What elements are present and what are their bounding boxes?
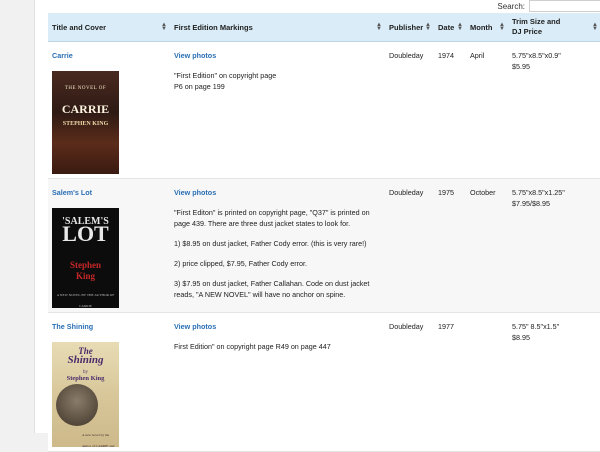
book-title-link[interactable]: The Shining <box>52 322 93 331</box>
marking-text: "First Editon" is printed on copyright p… <box>174 208 370 228</box>
trim-size: 5.75"x8.5"x0.9" <box>512 51 561 60</box>
view-photos-link[interactable]: View photos <box>174 321 381 332</box>
column-header-label: Trim Size and DJ Price <box>512 17 561 36</box>
month-cell: April <box>466 41 508 179</box>
column-header-publisher[interactable]: Publisher ▲ ▼ <box>385 13 434 42</box>
table-header: Title and Cover ▲ ▼ First Edition Markings… <box>48 13 600 42</box>
view-photos-link[interactable]: View photos <box>174 187 381 198</box>
sort-icon: ▲ ▼ <box>499 22 505 32</box>
marking-text: First Edition" on copyright page R49 on … <box>174 342 331 351</box>
date-cell: 1977 <box>434 312 466 452</box>
cover-title-text: Shining <box>67 354 104 366</box>
cover-author-text: Stephen <box>69 260 101 270</box>
column-header-markings[interactable]: First Edition Markings ▲ ▼ <box>170 13 385 42</box>
sort-icon: ▲ ▼ <box>457 22 463 32</box>
table-row: Salem's Lot 'SALEM'S LOT Stephen King A … <box>48 178 600 313</box>
editions-table: Title and Cover ▲ ▼ First Edition Markings… <box>48 13 600 452</box>
dj-price: $8.95 <box>512 333 530 342</box>
date-cell: 1975 <box>434 178 466 313</box>
column-header-month[interactable]: Month ▲ ▼ <box>466 13 508 42</box>
column-header-date[interactable]: Date ▲ ▼ <box>434 13 466 42</box>
book-title-link[interactable]: Salem's Lot <box>52 188 92 197</box>
search-bar: Search: <box>497 0 600 12</box>
search-input[interactable] <box>529 0 600 12</box>
markings-cell: View photos First Edition" on copyright … <box>170 312 385 452</box>
table-row: Carrie THE NOVEL OF CARRIE STEPHEN KING … <box>48 41 600 179</box>
sort-icon: ▲ ▼ <box>376 22 382 32</box>
cover-title-text: LOT <box>62 221 109 246</box>
dj-price: $5.95 <box>512 62 530 71</box>
cover-author-text: Stephen King <box>66 375 105 382</box>
publisher-cell: Doubleday <box>385 41 434 179</box>
table-row: The Shining The Shining by Stephen King … <box>48 312 600 452</box>
book-cover-image[interactable]: 'SALEM'S LOT Stephen King A NEW NOVEL BY… <box>52 208 119 308</box>
column-header-trim-price[interactable]: Trim Size and DJ Price ▲ ▼ <box>508 13 600 42</box>
marking-text: "First Edition" on copyright page <box>174 71 277 80</box>
column-header-label: First Edition Markings <box>174 22 253 32</box>
marking-text: 3) $7.95 on dust jacket, Father Callahan… <box>174 279 370 299</box>
title-cell: Carrie THE NOVEL OF CARRIE STEPHEN KING <box>48 41 170 179</box>
date-cell: 1974 <box>434 41 466 179</box>
marking-text: 2) price clipped, $7.95, Father Cody err… <box>174 259 308 268</box>
title-cell: The Shining The Shining by Stephen King … <box>48 312 170 452</box>
column-header-label: Month <box>470 22 493 32</box>
title-cell: Salem's Lot 'SALEM'S LOT Stephen King A … <box>48 178 170 313</box>
marking-text: 1) $8.95 on dust jacket, Father Cody err… <box>174 239 367 248</box>
marking-text: P6 on page 199 <box>174 82 225 91</box>
month-cell: October <box>466 178 508 313</box>
trim-size: 5.75"x8.5"x1.25" <box>512 188 565 197</box>
cover-title-text: CARRIE <box>61 102 110 116</box>
publisher-cell: Doubleday <box>385 178 434 313</box>
trim-price-cell: 5.75" 8.5"x1.5" $8.95 <box>508 312 600 452</box>
cover-author-text: STEPHEN KING <box>62 121 109 127</box>
book-title-link[interactable]: Carrie <box>52 51 73 60</box>
markings-cell: View photos "First Edition" on copyright… <box>170 41 385 179</box>
column-header-label: Title and Cover <box>52 22 107 32</box>
sort-icon: ▲ ▼ <box>592 22 598 32</box>
view-photos-link[interactable]: View photos <box>174 50 381 61</box>
trim-price-cell: 5.75"x8.5"x1.25" $7.95/$8.95 <box>508 178 600 313</box>
trim-price-cell: 5.75"x8.5"x0.9" $5.95 <box>508 41 600 179</box>
sort-icon: ▲ ▼ <box>425 22 431 32</box>
cover-face-art <box>56 384 98 426</box>
cover-author-text: King <box>75 271 95 281</box>
dj-price: $7.95/$8.95 <box>512 199 550 208</box>
month-cell <box>466 312 508 452</box>
markings-cell: View photos "First Editon" is printed on… <box>170 178 385 313</box>
column-header-label: Date <box>438 22 455 32</box>
book-cover-image[interactable]: The Shining by Stephen King A new novel … <box>52 342 119 447</box>
content-panel: Search: Title and Cover ▲ ▼ First Edition … <box>34 0 600 452</box>
search-label: Search: <box>497 1 525 11</box>
sort-icon: ▲ ▼ <box>161 22 167 32</box>
column-header-label: Publisher <box>389 22 424 32</box>
book-cover-image[interactable]: THE NOVEL OF CARRIE STEPHEN KING <box>52 71 119 174</box>
publisher-cell: Doubleday <box>385 312 434 452</box>
column-header-title[interactable]: Title and Cover ▲ ▼ <box>48 13 170 42</box>
trim-size: 5.75" 8.5"x1.5" <box>512 322 560 331</box>
